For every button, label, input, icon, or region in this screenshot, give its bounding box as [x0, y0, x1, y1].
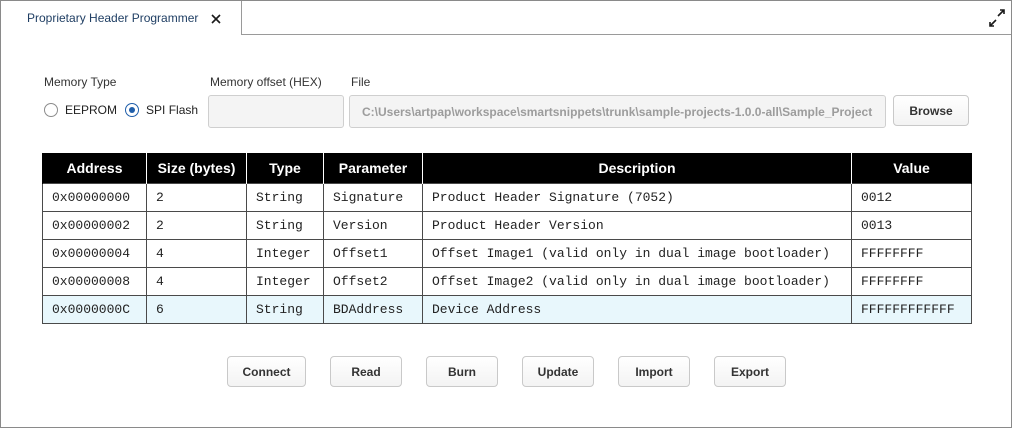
cell-parameter: Offset2 [323, 266, 423, 296]
memory-type-label: Memory Type [44, 75, 117, 89]
read-button[interactable]: Read [330, 356, 402, 387]
cell-address: 0x00000002 [42, 210, 147, 240]
cell-type: String [246, 182, 324, 212]
cell-type: Integer [246, 266, 324, 296]
update-button[interactable]: Update [522, 356, 594, 387]
cell-size: 2 [146, 182, 247, 212]
cell-description: Product Header Signature (7052) [422, 182, 852, 212]
column-header-description[interactable]: Description [422, 153, 852, 183]
cell-type: Integer [246, 238, 324, 268]
cell-address: 0x0000000C [42, 294, 147, 324]
cell-size: 6 [146, 294, 247, 324]
cell-value[interactable]: FFFFFFFF [851, 238, 972, 268]
table-row[interactable]: 0x00000000 2 String Signature Product He… [42, 182, 972, 212]
radio-spi-flash[interactable]: SPI Flash [125, 103, 198, 117]
close-icon[interactable] [210, 12, 222, 24]
cell-value[interactable]: FFFFFFFFFFFF [851, 294, 972, 324]
table-row[interactable]: 0x00000002 2 String Version Product Head… [42, 210, 972, 240]
table-header-row: Address Size (bytes) Type Parameter Desc… [42, 153, 972, 183]
radio-eeprom-label: EEPROM [65, 103, 118, 117]
cell-description: Device Address [422, 294, 852, 324]
column-header-type[interactable]: Type [246, 153, 324, 183]
file-path-input[interactable]: C:\Users\artpap\workspace\smartsnippets\… [349, 95, 886, 128]
cell-parameter: Signature [323, 182, 423, 212]
burn-button[interactable]: Burn [426, 356, 498, 387]
cell-address: 0x00000004 [42, 238, 147, 268]
column-header-address[interactable]: Address [42, 153, 147, 183]
column-header-size[interactable]: Size (bytes) [146, 153, 247, 183]
programmer-window: Proprietary Header Programmer Memory Typ… [0, 0, 1012, 428]
import-button[interactable]: Import [618, 356, 690, 387]
maximize-icon[interactable] [987, 9, 1007, 27]
cell-size: 2 [146, 210, 247, 240]
cell-parameter: Version [323, 210, 423, 240]
cell-description: Offset Image2 (valid only in dual image … [422, 266, 852, 296]
memory-type-radio-group: EEPROM SPI Flash [44, 101, 206, 119]
export-button[interactable]: Export [714, 356, 786, 387]
cell-size: 4 [146, 238, 247, 268]
radio-checked-icon [125, 103, 140, 117]
cell-description: Product Header Version [422, 210, 852, 240]
radio-unchecked-icon [44, 103, 58, 117]
cell-address: 0x00000008 [42, 266, 147, 296]
file-label: File [351, 75, 371, 89]
cell-value[interactable]: 0013 [851, 210, 972, 240]
cell-value[interactable]: 0012 [851, 182, 972, 212]
table-row-selected[interactable]: 0x0000000C 6 String BDAddress Device Add… [42, 294, 972, 324]
cell-type: String [246, 294, 324, 324]
tab-proprietary-header-programmer[interactable]: Proprietary Header Programmer [1, 1, 242, 35]
header-table: Address Size (bytes) Type Parameter Desc… [42, 153, 972, 324]
cell-address: 0x00000000 [42, 182, 147, 212]
table-row[interactable]: 0x00000004 4 Integer Offset1 Offset Imag… [42, 238, 972, 268]
radio-eeprom[interactable]: EEPROM [44, 103, 117, 117]
browse-button[interactable]: Browse [893, 95, 969, 126]
cell-size: 4 [146, 266, 247, 296]
cell-value[interactable]: FFFFFFFF [851, 266, 972, 296]
memory-offset-label: Memory offset (HEX) [210, 75, 322, 89]
column-header-value[interactable]: Value [851, 153, 972, 183]
memory-offset-input[interactable] [208, 95, 344, 128]
cell-parameter: BDAddress [323, 294, 423, 324]
table-row[interactable]: 0x00000008 4 Integer Offset2 Offset Imag… [42, 266, 972, 296]
cell-parameter: Offset1 [323, 238, 423, 268]
radio-spi-flash-label: SPI Flash [146, 103, 199, 117]
tab-title: Proprietary Header Programmer [27, 11, 199, 25]
cell-description: Offset Image1 (valid only in dual image … [422, 238, 852, 268]
tab-bar: Proprietary Header Programmer [1, 1, 1011, 35]
column-header-parameter[interactable]: Parameter [323, 153, 423, 183]
connect-button[interactable]: Connect [227, 356, 306, 387]
cell-type: String [246, 210, 324, 240]
